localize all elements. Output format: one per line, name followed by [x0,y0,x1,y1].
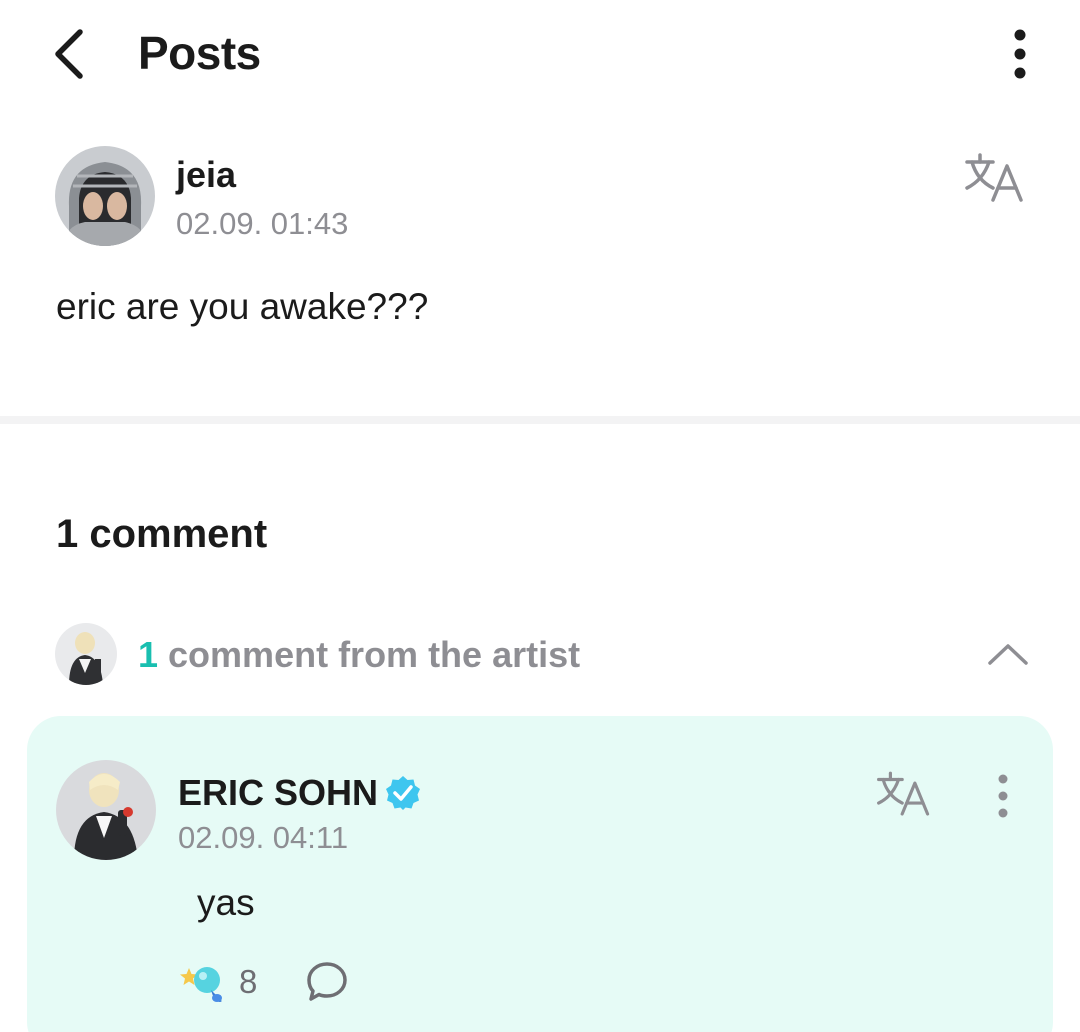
artist-comments-count: 1 [138,634,159,675]
comment-body: yas [197,882,255,923]
back-arrow-icon [55,29,83,79]
reaction-button[interactable]: 8 [177,960,257,1004]
comment-translate-button[interactable] [873,768,935,820]
verified-badge-icon [386,776,421,810]
artist-comment-card: ERIC SOHN 02.09. 04:11 yas 8 [27,716,1053,1032]
artist-comments-label: 1 comment from the artist [138,634,580,676]
translate-icon [877,771,930,816]
page-title: Posts [138,27,261,79]
section-divider [0,416,1080,424]
back-button[interactable] [38,22,98,86]
artist-avatar-small [55,623,117,685]
comment-author-name: ERIC SOHN [178,772,379,813]
reaction-count: 8 [239,963,258,1000]
post: jeia 02.09. 01:43 eric are you awake??? [0,110,1080,416]
comments-count: 1 comment [56,512,268,556]
collapse-button[interactable] [980,632,1036,676]
more-vertical-icon [998,774,1008,818]
post-author-name[interactable]: jeia [176,154,236,196]
reply-button[interactable] [303,958,351,1006]
artist-comments-toggle[interactable]: 1 comment from the artist [0,620,1080,690]
chevron-up-icon [988,644,1028,665]
comment-actions: 8 [177,956,351,1008]
post-author-avatar[interactable] [55,146,155,246]
more-vertical-icon [1014,29,1026,79]
post-body: eric are you awake??? [56,286,429,327]
comment-author[interactable]: ERIC SOHN [178,772,422,814]
comment-more-button[interactable] [983,768,1023,824]
top-bar: Posts [0,0,1080,110]
comment-timestamp: 02.09. 04:11 [178,820,349,855]
more-options-button[interactable] [996,22,1044,86]
artist-comments-text: comment from the artist [158,634,581,675]
comment-author-avatar[interactable] [56,760,156,860]
translate-button[interactable] [962,150,1028,206]
translate-icon [965,153,1023,202]
reaction-icon [180,967,222,1002]
reply-bubble-icon [307,962,348,1001]
post-timestamp: 02.09. 01:43 [176,206,349,241]
